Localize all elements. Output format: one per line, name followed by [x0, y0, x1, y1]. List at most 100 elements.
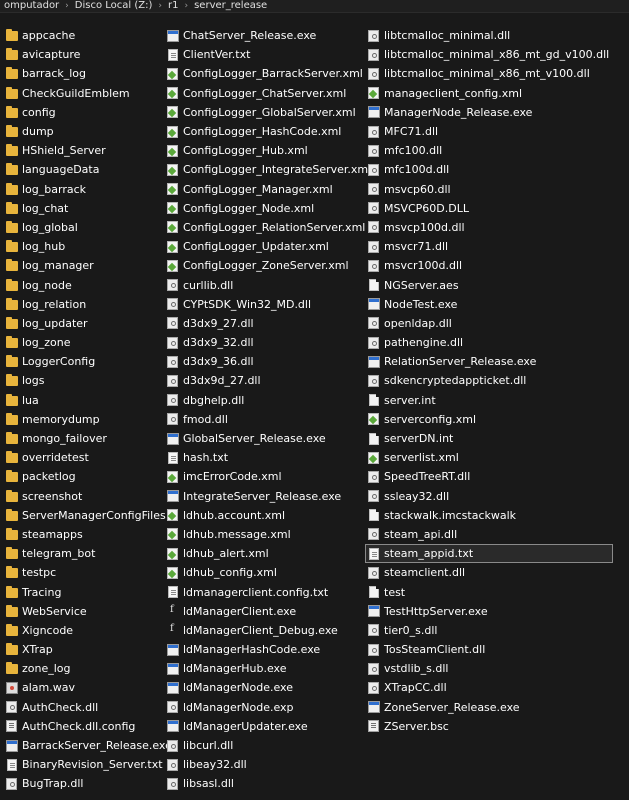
file-item[interactable]: msvcr71.dll: [368, 237, 609, 256]
file-item[interactable]: msvcp100d.dll: [368, 218, 609, 237]
file-item[interactable]: manageclient_config.xml: [368, 84, 609, 103]
file-item[interactable]: vstdlib_s.dll: [368, 659, 609, 678]
folder-item[interactable]: log_chat: [6, 199, 172, 218]
file-item[interactable]: CYPtSDK_Win32_MD.dll: [167, 295, 371, 314]
file-item[interactable]: BugTrap.dll: [6, 774, 172, 793]
file-item[interactable]: ConfigLogger_Hub.xml: [167, 141, 371, 160]
file-item[interactable]: libeay32.dll: [167, 755, 371, 774]
breadcrumb-item-drive[interactable]: Disco Local (Z:): [71, 0, 157, 12]
file-item[interactable]: steamclient.dll: [368, 563, 609, 582]
folder-item[interactable]: WebService: [6, 602, 172, 621]
file-item[interactable]: libtcmalloc_minimal_x86_mt_v100.dll: [368, 64, 609, 83]
file-item[interactable]: steam_api.dll: [368, 525, 609, 544]
file-item[interactable]: GlobalServer_Release.exe: [167, 429, 371, 448]
file-item[interactable]: RelationServer_Release.exe: [368, 352, 609, 371]
file-item[interactable]: ConfigLogger_ChatServer.xml: [167, 84, 371, 103]
file-item[interactable]: server.int: [368, 391, 609, 410]
file-item[interactable]: libtcmalloc_minimal_x86_mt_gd_v100.dll: [368, 45, 609, 64]
folder-item[interactable]: config: [6, 103, 172, 122]
file-item[interactable]: test: [368, 582, 609, 601]
folder-item[interactable]: logs: [6, 371, 172, 390]
folder-item[interactable]: testpc: [6, 563, 172, 582]
folder-item[interactable]: overridetest: [6, 448, 172, 467]
file-item[interactable]: openldap.dll: [368, 314, 609, 333]
file-item[interactable]: SpeedTreeRT.dll: [368, 467, 609, 486]
file-item[interactable]: AuthCheck.dll.config: [6, 717, 172, 736]
file-item[interactable]: mfc100d.dll: [368, 160, 609, 179]
file-item[interactable]: d3dx9_36.dll: [167, 352, 371, 371]
file-item[interactable]: ClientVer.txt: [167, 45, 371, 64]
file-item[interactable]: imcErrorCode.xml: [167, 467, 371, 486]
folder-item[interactable]: barrack_log: [6, 64, 172, 83]
file-item[interactable]: d3dx9_32.dll: [167, 333, 371, 352]
file-item[interactable]: BinaryRevision_Server.txt: [6, 755, 172, 774]
folder-item[interactable]: dump: [6, 122, 172, 141]
file-item[interactable]: dbghelp.dll: [167, 391, 371, 410]
folder-item[interactable]: avicapture: [6, 45, 172, 64]
folder-item[interactable]: log_node: [6, 275, 172, 294]
file-item[interactable]: ssleay32.dll: [368, 487, 609, 506]
file-item[interactable]: ChatServer_Release.exe: [167, 26, 371, 45]
file-item[interactable]: NGServer.aes: [368, 275, 609, 294]
file-item[interactable]: pathengine.dll: [368, 333, 609, 352]
file-item[interactable]: serverDN.int: [368, 429, 609, 448]
breadcrumb-item-server-release[interactable]: server_release: [190, 0, 271, 12]
file-item[interactable]: ldhub_config.xml: [167, 563, 371, 582]
file-item[interactable]: ldManagerHub.exe: [167, 659, 371, 678]
file-item[interactable]: ZServer.bsc: [368, 717, 609, 736]
folder-item[interactable]: telegram_bot: [6, 544, 172, 563]
folder-item[interactable]: appcache: [6, 26, 172, 45]
file-item[interactable]: hash.txt: [167, 448, 371, 467]
folder-item[interactable]: ServerManagerConfigFiles: [6, 506, 172, 525]
folder-item[interactable]: log_relation: [6, 295, 172, 314]
file-item[interactable]: ConfigLogger_BarrackServer.xml: [167, 64, 371, 83]
file-item[interactable]: ldManagerClient.exe: [167, 602, 371, 621]
file-item[interactable]: libtcmalloc_minimal.dll: [368, 26, 609, 45]
file-item[interactable]: ldManagerNode.exe: [167, 678, 371, 697]
folder-item[interactable]: XTrap: [6, 640, 172, 659]
file-item[interactable]: MSVCP60D.DLL: [368, 199, 609, 218]
folder-item[interactable]: languageData: [6, 160, 172, 179]
breadcrumb-item-r1[interactable]: r1: [164, 0, 182, 12]
file-item[interactable]: steam_appid.txt: [364, 544, 614, 564]
file-item[interactable]: ldManagerClient_Debug.exe: [167, 621, 371, 640]
file-item[interactable]: sdkencryptedappticket.dll: [368, 371, 609, 390]
folder-item[interactable]: CheckGuildEmblem: [6, 84, 172, 103]
folder-item[interactable]: Tracing: [6, 582, 172, 601]
file-item[interactable]: ldManagerHashCode.exe: [167, 640, 371, 659]
file-item[interactable]: d3dx9d_27.dll: [167, 371, 371, 390]
file-item[interactable]: ldManagerNode.exp: [167, 698, 371, 717]
file-item[interactable]: fmod.dll: [167, 410, 371, 429]
file-item[interactable]: NodeTest.exe: [368, 295, 609, 314]
file-item[interactable]: msvcr100d.dll: [368, 256, 609, 275]
file-item[interactable]: MFC71.dll: [368, 122, 609, 141]
file-item[interactable]: ldhub.message.xml: [167, 525, 371, 544]
folder-item[interactable]: log_manager: [6, 256, 172, 275]
file-item[interactable]: msvcp60.dll: [368, 180, 609, 199]
file-item[interactable]: libcurl.dll: [167, 736, 371, 755]
folder-item[interactable]: LoggerConfig: [6, 352, 172, 371]
folder-item[interactable]: zone_log: [6, 659, 172, 678]
file-item[interactable]: ZoneServer_Release.exe: [368, 698, 609, 717]
file-item[interactable]: IntegrateServer_Release.exe: [167, 487, 371, 506]
folder-item[interactable]: HShield_Server: [6, 141, 172, 160]
file-item[interactable]: ConfigLogger_IntegrateServer.xml: [167, 160, 371, 179]
folder-item[interactable]: mongo_failover: [6, 429, 172, 448]
file-item[interactable]: ConfigLogger_HashCode.xml: [167, 122, 371, 141]
file-item[interactable]: libsasl.dll: [167, 774, 371, 793]
file-item[interactable]: serverconfig.xml: [368, 410, 609, 429]
file-item[interactable]: ldhub.account.xml: [167, 506, 371, 525]
file-item[interactable]: ConfigLogger_ZoneServer.xml: [167, 256, 371, 275]
file-item[interactable]: ManagerNode_Release.exe: [368, 103, 609, 122]
file-item[interactable]: tier0_s.dll: [368, 621, 609, 640]
folder-item[interactable]: log_updater: [6, 314, 172, 333]
file-item[interactable]: stackwalk.imcstackwalk: [368, 506, 609, 525]
file-item[interactable]: ConfigLogger_GlobalServer.xml: [167, 103, 371, 122]
file-item[interactable]: BarrackServer_Release.exe: [6, 736, 172, 755]
folder-item[interactable]: Xigncode: [6, 621, 172, 640]
folder-item[interactable]: log_barrack: [6, 180, 172, 199]
file-item[interactable]: TosSteamClient.dll: [368, 640, 609, 659]
folder-item[interactable]: screenshot: [6, 487, 172, 506]
file-item[interactable]: AuthCheck.dll: [6, 698, 172, 717]
file-item[interactable]: XTrapCC.dll: [368, 678, 609, 697]
